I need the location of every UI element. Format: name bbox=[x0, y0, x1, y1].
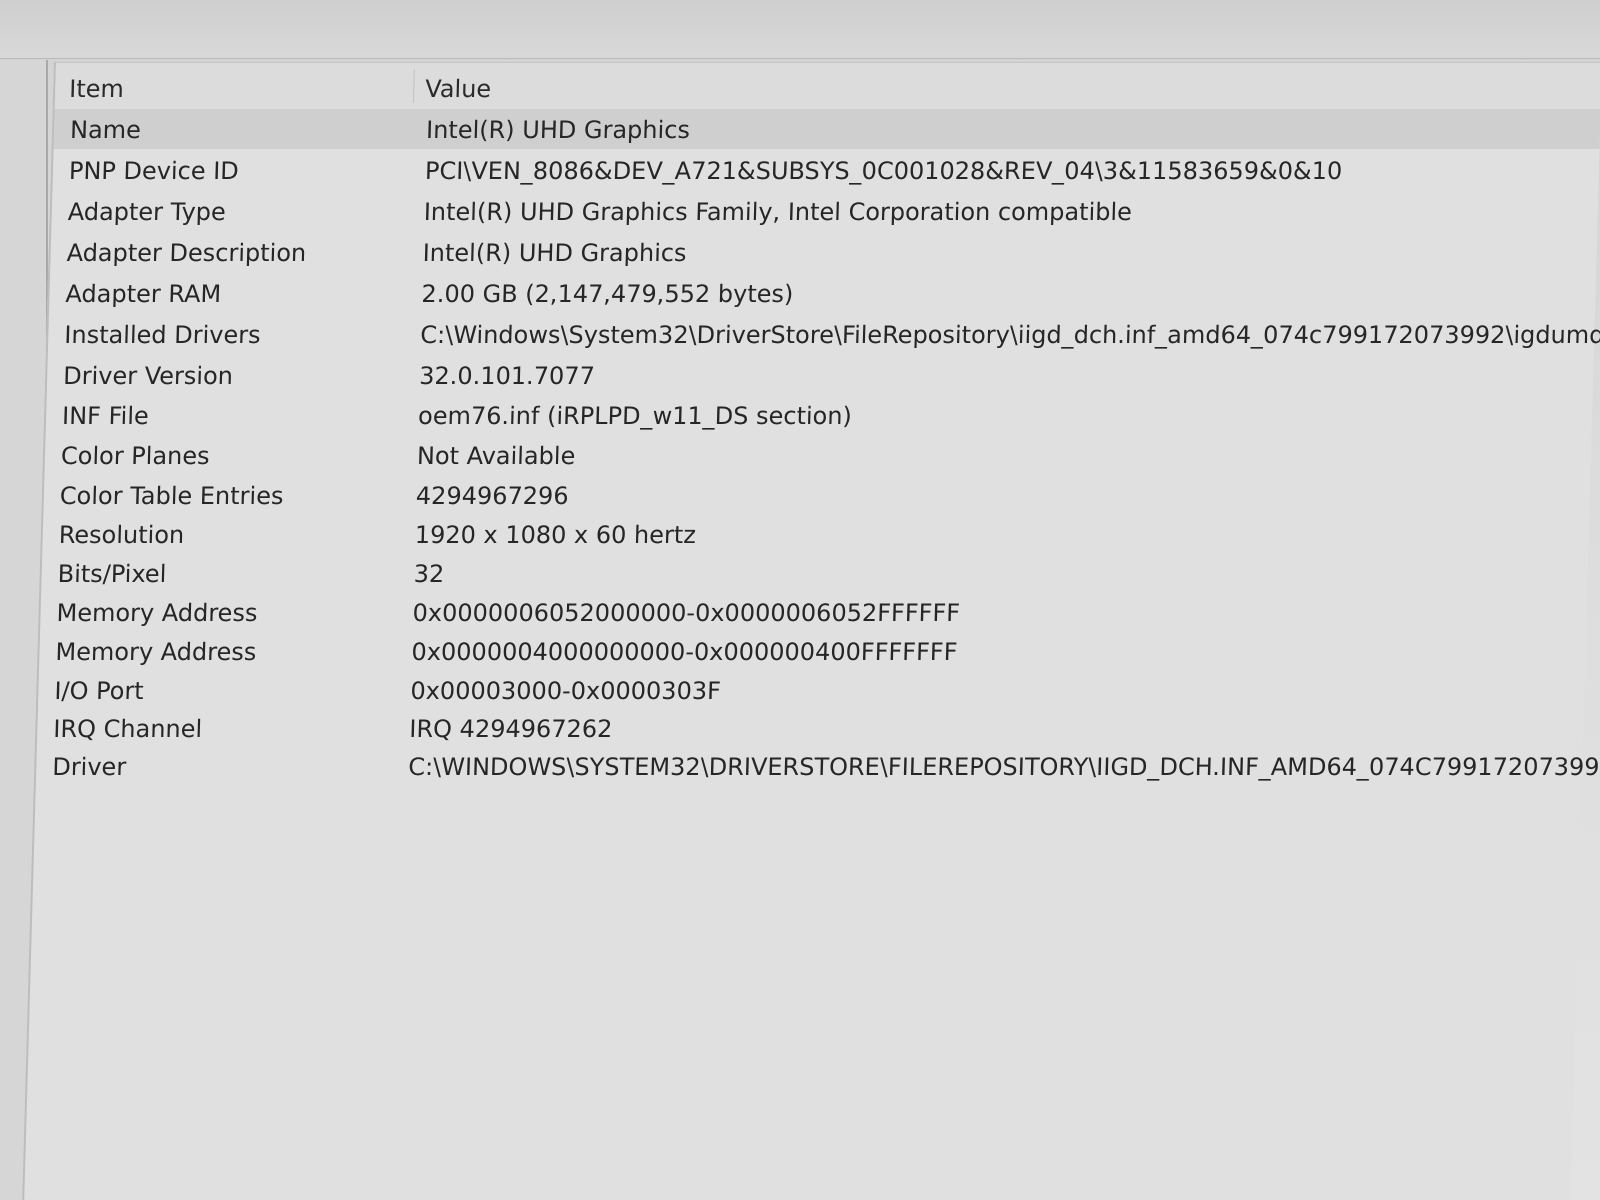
item-cell: Driver Version bbox=[62, 362, 234, 390]
value-cell: 4294967296 bbox=[415, 482, 569, 510]
table-row[interactable]: INF File oem76.inf (iRPLPD_w11_DS sectio… bbox=[46, 395, 1593, 435]
item-cell: Memory Address bbox=[56, 599, 258, 627]
table-row[interactable]: Memory Address 0x0000006052000000-0x0000… bbox=[40, 592, 1587, 632]
item-cell: Adapter Type bbox=[67, 198, 227, 226]
value-cell: 0x0000004000000000-0x000000400FFFFFFF bbox=[411, 638, 958, 666]
table-row[interactable]: Color Table Entries 4294967296 bbox=[43, 475, 1590, 515]
table-row[interactable]: IRQ Channel IRQ 4294967262 bbox=[37, 708, 1584, 748]
item-cell: Driver bbox=[51, 753, 127, 781]
item-cell: Resolution bbox=[58, 521, 185, 549]
table-row[interactable]: Memory Address 0x0000004000000000-0x0000… bbox=[39, 631, 1586, 671]
item-cell: Memory Address bbox=[55, 638, 257, 666]
table-row[interactable]: Resolution 1920 x 1080 x 60 hertz bbox=[42, 514, 1589, 554]
item-cell: INF File bbox=[61, 402, 150, 430]
column-header-value[interactable]: Value bbox=[425, 75, 492, 103]
item-cell: Installed Drivers bbox=[63, 321, 261, 349]
column-header-item[interactable]: Item bbox=[69, 75, 124, 103]
table-row[interactable]: Installed Drivers C:\Windows\System32\Dr… bbox=[48, 314, 1600, 354]
item-cell: Bits/Pixel bbox=[57, 560, 167, 588]
item-cell: Adapter RAM bbox=[65, 280, 222, 308]
value-cell: PCI\VEN_8086&DEV_A721&SUBSYS_0C001028&RE… bbox=[424, 157, 1343, 185]
value-cell: oem76.inf (iRPLPD_w11_DS section) bbox=[417, 402, 853, 430]
table-row[interactable]: I/O Port 0x00003000-0x0000303F bbox=[38, 670, 1585, 710]
value-cell: IRQ 4294967262 bbox=[408, 715, 613, 743]
table-row[interactable]: Adapter Description Intel(R) UHD Graphic… bbox=[50, 232, 1597, 272]
value-cell: Intel(R) UHD Graphics bbox=[422, 239, 687, 267]
item-cell: IRQ Channel bbox=[52, 715, 203, 743]
value-cell: 0x0000006052000000-0x0000006052FFFFFF bbox=[412, 599, 961, 627]
table-row[interactable]: Driver C:\WINDOWS\SYSTEM32\DRIVERSTORE\F… bbox=[36, 746, 1600, 786]
value-cell: C:\WINDOWS\SYSTEM32\DRIVERSTORE\FILEREPO… bbox=[407, 753, 1600, 781]
item-cell: I/O Port bbox=[54, 677, 145, 705]
value-cell: 32.0.101.7077 bbox=[418, 362, 596, 390]
value-cell: Not Available bbox=[416, 442, 576, 470]
item-cell: Color Planes bbox=[60, 442, 211, 470]
value-cell: Intel(R) UHD Graphics bbox=[425, 116, 691, 144]
column-divider[interactable] bbox=[412, 69, 415, 103]
list-header: Item Value bbox=[54, 63, 1600, 110]
item-cell: Adapter Description bbox=[66, 239, 307, 267]
item-cell: Color Table Entries bbox=[59, 482, 284, 510]
details-list-view[interactable]: Item Value Name Intel(R) UHD Graphics PN… bbox=[22, 62, 1600, 1200]
table-row[interactable]: Bits/Pixel 32 bbox=[41, 553, 1588, 593]
table-row[interactable]: Adapter Type Intel(R) UHD Graphics Famil… bbox=[51, 191, 1598, 231]
table-row[interactable]: Driver Version 32.0.101.7077 bbox=[47, 355, 1594, 395]
screen: Item Value Name Intel(R) UHD Graphics PN… bbox=[0, 0, 1600, 1200]
table-row-name[interactable]: Name Intel(R) UHD Graphics bbox=[53, 109, 1600, 149]
value-cell: Intel(R) UHD Graphics Family, Intel Corp… bbox=[423, 198, 1133, 226]
item-cell: PNP Device ID bbox=[68, 157, 240, 185]
value-cell: 2.00 GB (2,147,479,552 bytes) bbox=[421, 280, 794, 308]
value-cell: 0x00003000-0x0000303F bbox=[410, 677, 722, 705]
value-cell: 32 bbox=[413, 560, 445, 588]
value-cell: C:\Windows\System32\DriverStore\FileRepo… bbox=[419, 321, 1600, 349]
window-top-area bbox=[0, 0, 1600, 59]
table-row[interactable]: Color Planes Not Available bbox=[44, 435, 1591, 475]
value-cell: 1920 x 1080 x 60 hertz bbox=[414, 521, 697, 549]
table-row[interactable]: PNP Device ID PCI\VEN_8086&DEV_A721&SUBS… bbox=[52, 150, 1599, 190]
item-cell: Name bbox=[69, 116, 142, 144]
table-row[interactable]: Adapter RAM 2.00 GB (2,147,479,552 bytes… bbox=[49, 273, 1596, 313]
